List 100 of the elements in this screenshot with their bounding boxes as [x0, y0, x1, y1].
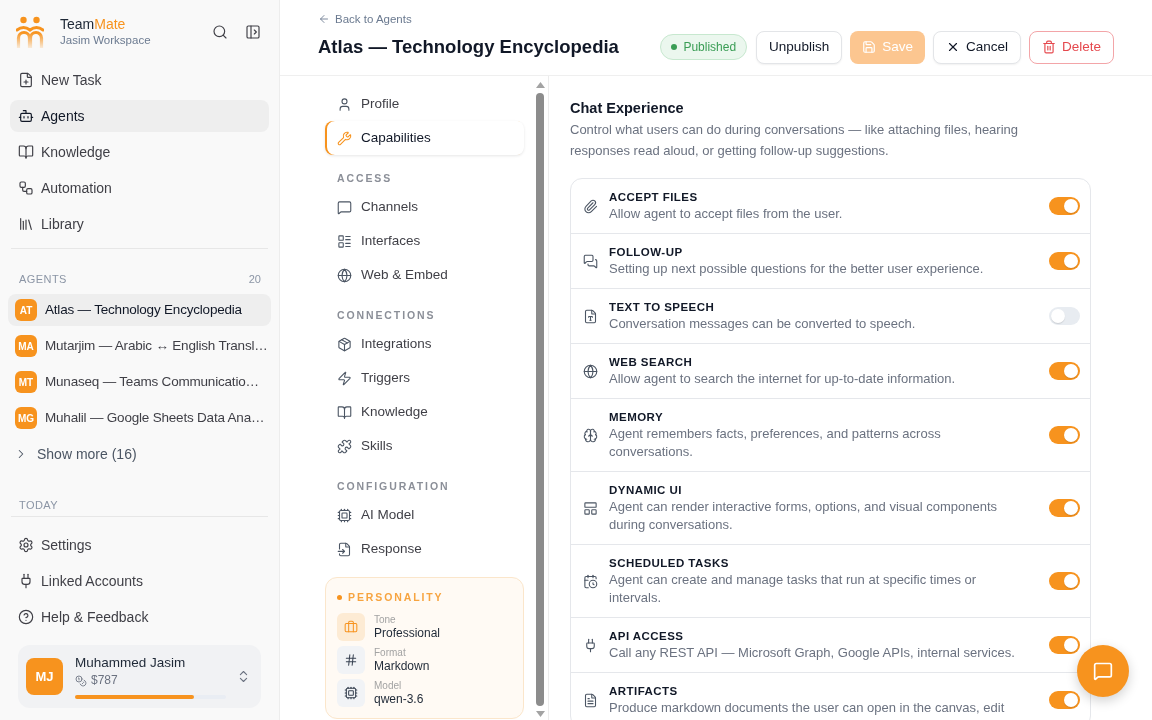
toggle-switch[interactable]: [1049, 252, 1080, 270]
settings-nav-item[interactable]: Profile: [325, 87, 524, 121]
toggle-switch[interactable]: [1049, 572, 1080, 590]
personality-title: PERSONALITY: [348, 590, 444, 604]
books-icon: [18, 216, 34, 232]
settings-nav-item[interactable]: Channels: [325, 190, 524, 224]
toggle-switch[interactable]: [1049, 426, 1080, 444]
layout-icon: [583, 500, 598, 516]
settings-nav-item[interactable]: Interfaces: [325, 224, 524, 258]
section-label: ACCESS: [337, 171, 393, 185]
workspace-name: Jasim Workspace: [60, 33, 151, 48]
settings-nav-item[interactable]: Web & Embed: [325, 258, 524, 292]
agent-item[interactable]: AT Atlas — Technology Encyclopedia: [8, 294, 271, 326]
settings-nav-item[interactable]: AI Model: [325, 498, 524, 532]
scroll-up-icon[interactable]: [535, 82, 545, 88]
capability-title: ARTIFACTS: [609, 684, 678, 699]
settings-nav-item[interactable]: Capabilities: [325, 121, 524, 155]
agent-count: 20: [248, 273, 261, 285]
settings-nav-item[interactable]: Skills: [325, 429, 524, 463]
back-link[interactable]: Back to Agents: [318, 11, 412, 27]
nav-item[interactable]: Knowledge: [10, 136, 269, 168]
file-icon: [583, 692, 598, 708]
page-title: Atlas — Technology Encyclopedia: [318, 35, 619, 60]
nav-item[interactable]: New Task: [10, 64, 269, 96]
capability-title: FOLLOW-UP: [609, 245, 683, 260]
capability-title: API ACCESS: [609, 629, 684, 644]
section-description: Control what users can do during conversations — like attaching files, hearing responses read aloud, or getting follow-up suggestions.: [570, 121, 1020, 160]
coins-icon: [75, 674, 87, 687]
toggle-switch[interactable]: [1049, 691, 1080, 709]
settings-nav-item[interactable]: Triggers: [325, 361, 524, 395]
plug-icon: [18, 573, 34, 589]
search-icon: [212, 24, 228, 40]
chat-button[interactable]: [1077, 645, 1129, 697]
user-avatar: MJ: [26, 658, 63, 695]
nav-item[interactable]: Automation: [10, 172, 269, 204]
credit-amount: $787: [91, 673, 118, 688]
agent-item[interactable]: MG Muhalil — Google Sheets Data Ana…: [8, 402, 271, 434]
toggle-switch[interactable]: [1049, 197, 1080, 215]
logo-icon: [16, 16, 44, 48]
account-card[interactable]: MJ Muhammed Jasim $787: [18, 645, 261, 708]
agent-avatar: AT: [15, 299, 37, 321]
nav-item[interactable]: Help & Feedback: [10, 601, 269, 633]
help-icon: [18, 609, 34, 625]
file-text-icon: [583, 308, 598, 324]
nav-item[interactable]: Agents: [10, 100, 269, 132]
section-label: CONFIGURATION: [337, 479, 450, 493]
settings-nav-item[interactable]: Knowledge: [325, 395, 524, 429]
toggle-switch[interactable]: [1049, 636, 1080, 654]
personality-value: Professional: [374, 625, 441, 641]
agent-avatar: MT: [15, 371, 37, 393]
personality-label: Model: [374, 679, 403, 692]
nav-item[interactable]: Library: [10, 208, 269, 240]
agent-avatar: MG: [15, 407, 37, 429]
section-label: AGENTS: [19, 273, 67, 285]
personality-label: Tone: [374, 613, 397, 626]
section-label: TODAY: [19, 499, 59, 511]
sidebar-panel-icon: [245, 24, 261, 40]
capability-title: ACCEPT FILES: [609, 190, 698, 205]
action-button[interactable]: Delete: [1028, 30, 1114, 64]
nav-item[interactable]: Settings: [10, 529, 269, 561]
agent-item[interactable]: MA Mutarjim — Arabic ↔ English Transl…: [8, 330, 271, 362]
chip-icon: [337, 507, 352, 523]
chat-bubble-icon: [1093, 661, 1113, 681]
wrench-icon: [337, 130, 352, 146]
list-icon: [337, 233, 352, 249]
plug-icon: [583, 637, 598, 653]
globe-icon: [337, 267, 352, 283]
lightning-icon: [337, 370, 352, 386]
capability-description: Allow agent to search the internet for up-to-date information.: [609, 370, 956, 388]
agent-avatar: MA: [15, 335, 37, 357]
settings-nav-item[interactable]: Response: [325, 532, 524, 566]
trash-icon: [1041, 40, 1056, 54]
calendar-clock-icon: [583, 573, 598, 589]
file-arrow-icon: [337, 541, 352, 557]
section-title: Chat Experience: [570, 99, 684, 118]
scroll-down-icon[interactable]: [535, 711, 545, 717]
section-label: CONNECTIONS: [337, 308, 436, 322]
arrow-left-icon: [318, 13, 330, 25]
capability-description: Allow agent to accept files from the user.: [609, 205, 843, 223]
show-more-button[interactable]: Show more (16): [8, 438, 271, 470]
paperclip-icon: [583, 198, 598, 214]
action-button[interactable]: Unpublish: [756, 30, 843, 64]
status-label: Published: [683, 39, 737, 56]
toggle-switch[interactable]: [1049, 307, 1080, 325]
capability-description: Setting up next possible questions for the better user experience.: [609, 260, 984, 278]
brand-name: TeamMate: [60, 16, 127, 33]
toggle-switch[interactable]: [1049, 499, 1080, 517]
agent-item[interactable]: MT Munaseq — Teams Communicatio…: [8, 366, 271, 398]
capability-title: TEXT TO SPEECH: [609, 300, 715, 315]
action-button[interactable]: Cancel: [932, 30, 1021, 64]
nav-item[interactable]: Linked Accounts: [10, 565, 269, 597]
toggle-switch[interactable]: [1049, 362, 1080, 380]
book-icon: [18, 144, 34, 160]
capability-title: DYNAMIC UI: [609, 483, 682, 498]
robot-icon: [18, 108, 34, 124]
personality-value: Markdown: [374, 658, 430, 674]
settings-nav-item[interactable]: Integrations: [325, 327, 524, 361]
scrollbar-thumb[interactable]: [536, 93, 544, 706]
user-name: Muhammed Jasim: [75, 654, 187, 671]
capability-description: Agent remembers facts, preferences, and patterns across conversations.: [609, 425, 942, 461]
